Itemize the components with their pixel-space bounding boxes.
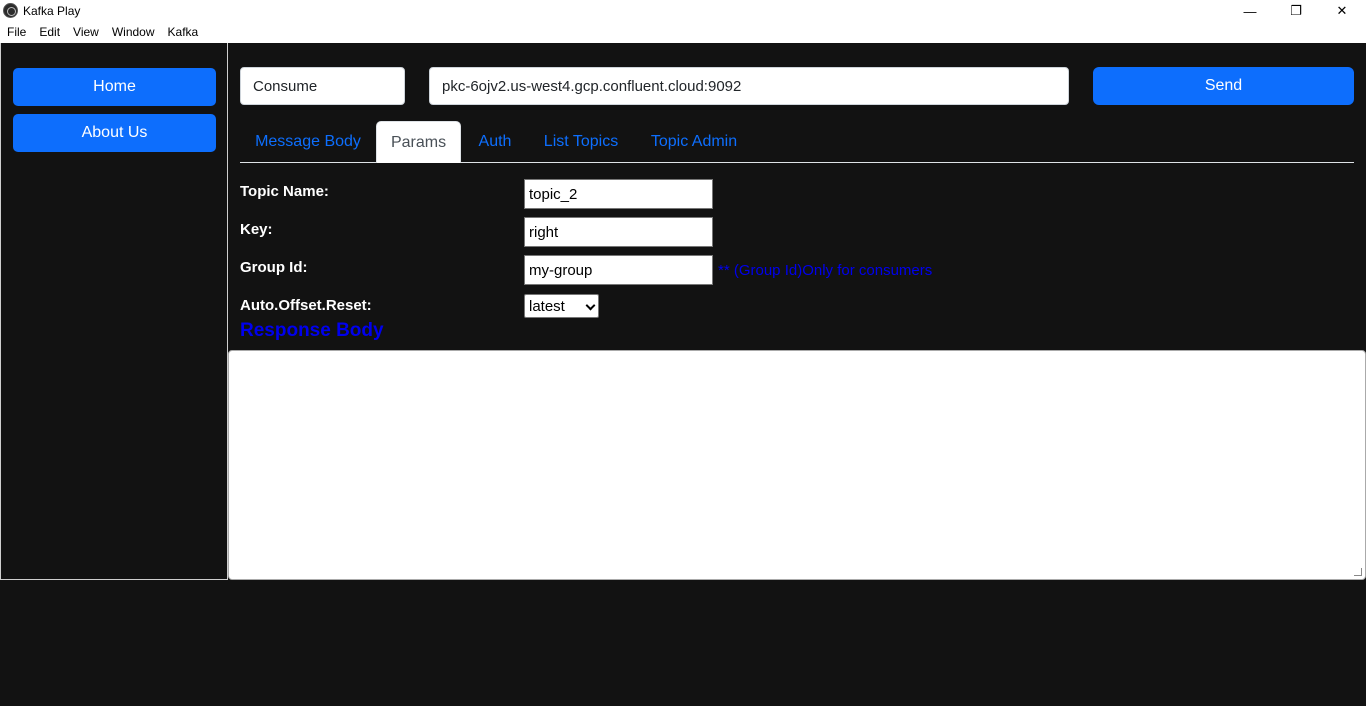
response-body-title: Response Body (240, 320, 384, 341)
menu-bar: File Edit View Window Kafka (0, 22, 1366, 43)
close-button[interactable]: ✕ (1319, 0, 1365, 22)
chevron-down-icon (585, 300, 596, 311)
menu-kafka[interactable]: Kafka (168, 22, 199, 43)
param-tabs: Message Body Params Auth List Topics Top… (240, 121, 1354, 163)
response-body-textarea[interactable] (228, 350, 1366, 580)
resize-grip-icon[interactable] (1354, 568, 1362, 576)
menu-view[interactable]: View (73, 22, 99, 43)
auto-offset-reset-value: latest (529, 297, 565, 315)
sidebar-item-home[interactable]: Home (13, 68, 216, 106)
topic-name-input[interactable]: topic_2 (524, 179, 713, 209)
sidebar: Home About Us (0, 43, 228, 580)
menu-window[interactable]: Window (112, 22, 155, 43)
menu-file[interactable]: File (7, 22, 26, 43)
group-id-label: Group Id: (240, 259, 308, 276)
app-icon (3, 3, 18, 18)
mode-input[interactable]: Consume (240, 67, 405, 105)
minimize-button[interactable]: — (1227, 0, 1273, 22)
tab-list-topics[interactable]: List Topics (529, 121, 633, 163)
app-title: Kafka Play (23, 4, 81, 18)
send-button[interactable]: Send (1093, 67, 1354, 105)
tab-topic-admin[interactable]: Topic Admin (633, 121, 755, 163)
sidebar-item-about-us[interactable]: About Us (13, 114, 216, 152)
tab-params[interactable]: Params (376, 121, 461, 163)
key-label: Key: (240, 221, 273, 238)
key-input[interactable]: right (524, 217, 713, 247)
auto-offset-reset-select[interactable]: latest (524, 294, 599, 318)
topic-name-label: Topic Name: (240, 183, 329, 200)
restore-button[interactable]: ❐ (1273, 0, 1319, 22)
title-bar: Kafka Play — ❐ ✕ (0, 0, 1366, 22)
broker-url-input[interactable]: pkc-6ojv2.us-west4.gcp.confluent.cloud:9… (429, 67, 1069, 105)
menu-edit[interactable]: Edit (39, 22, 60, 43)
group-id-hint: ** (Group Id)Only for consumers (718, 262, 933, 279)
auto-offset-reset-label: Auto.Offset.Reset: (240, 297, 372, 314)
tab-auth[interactable]: Auth (461, 121, 529, 163)
tab-message-body[interactable]: Message Body (240, 121, 376, 163)
group-id-input[interactable]: my-group (524, 255, 713, 285)
